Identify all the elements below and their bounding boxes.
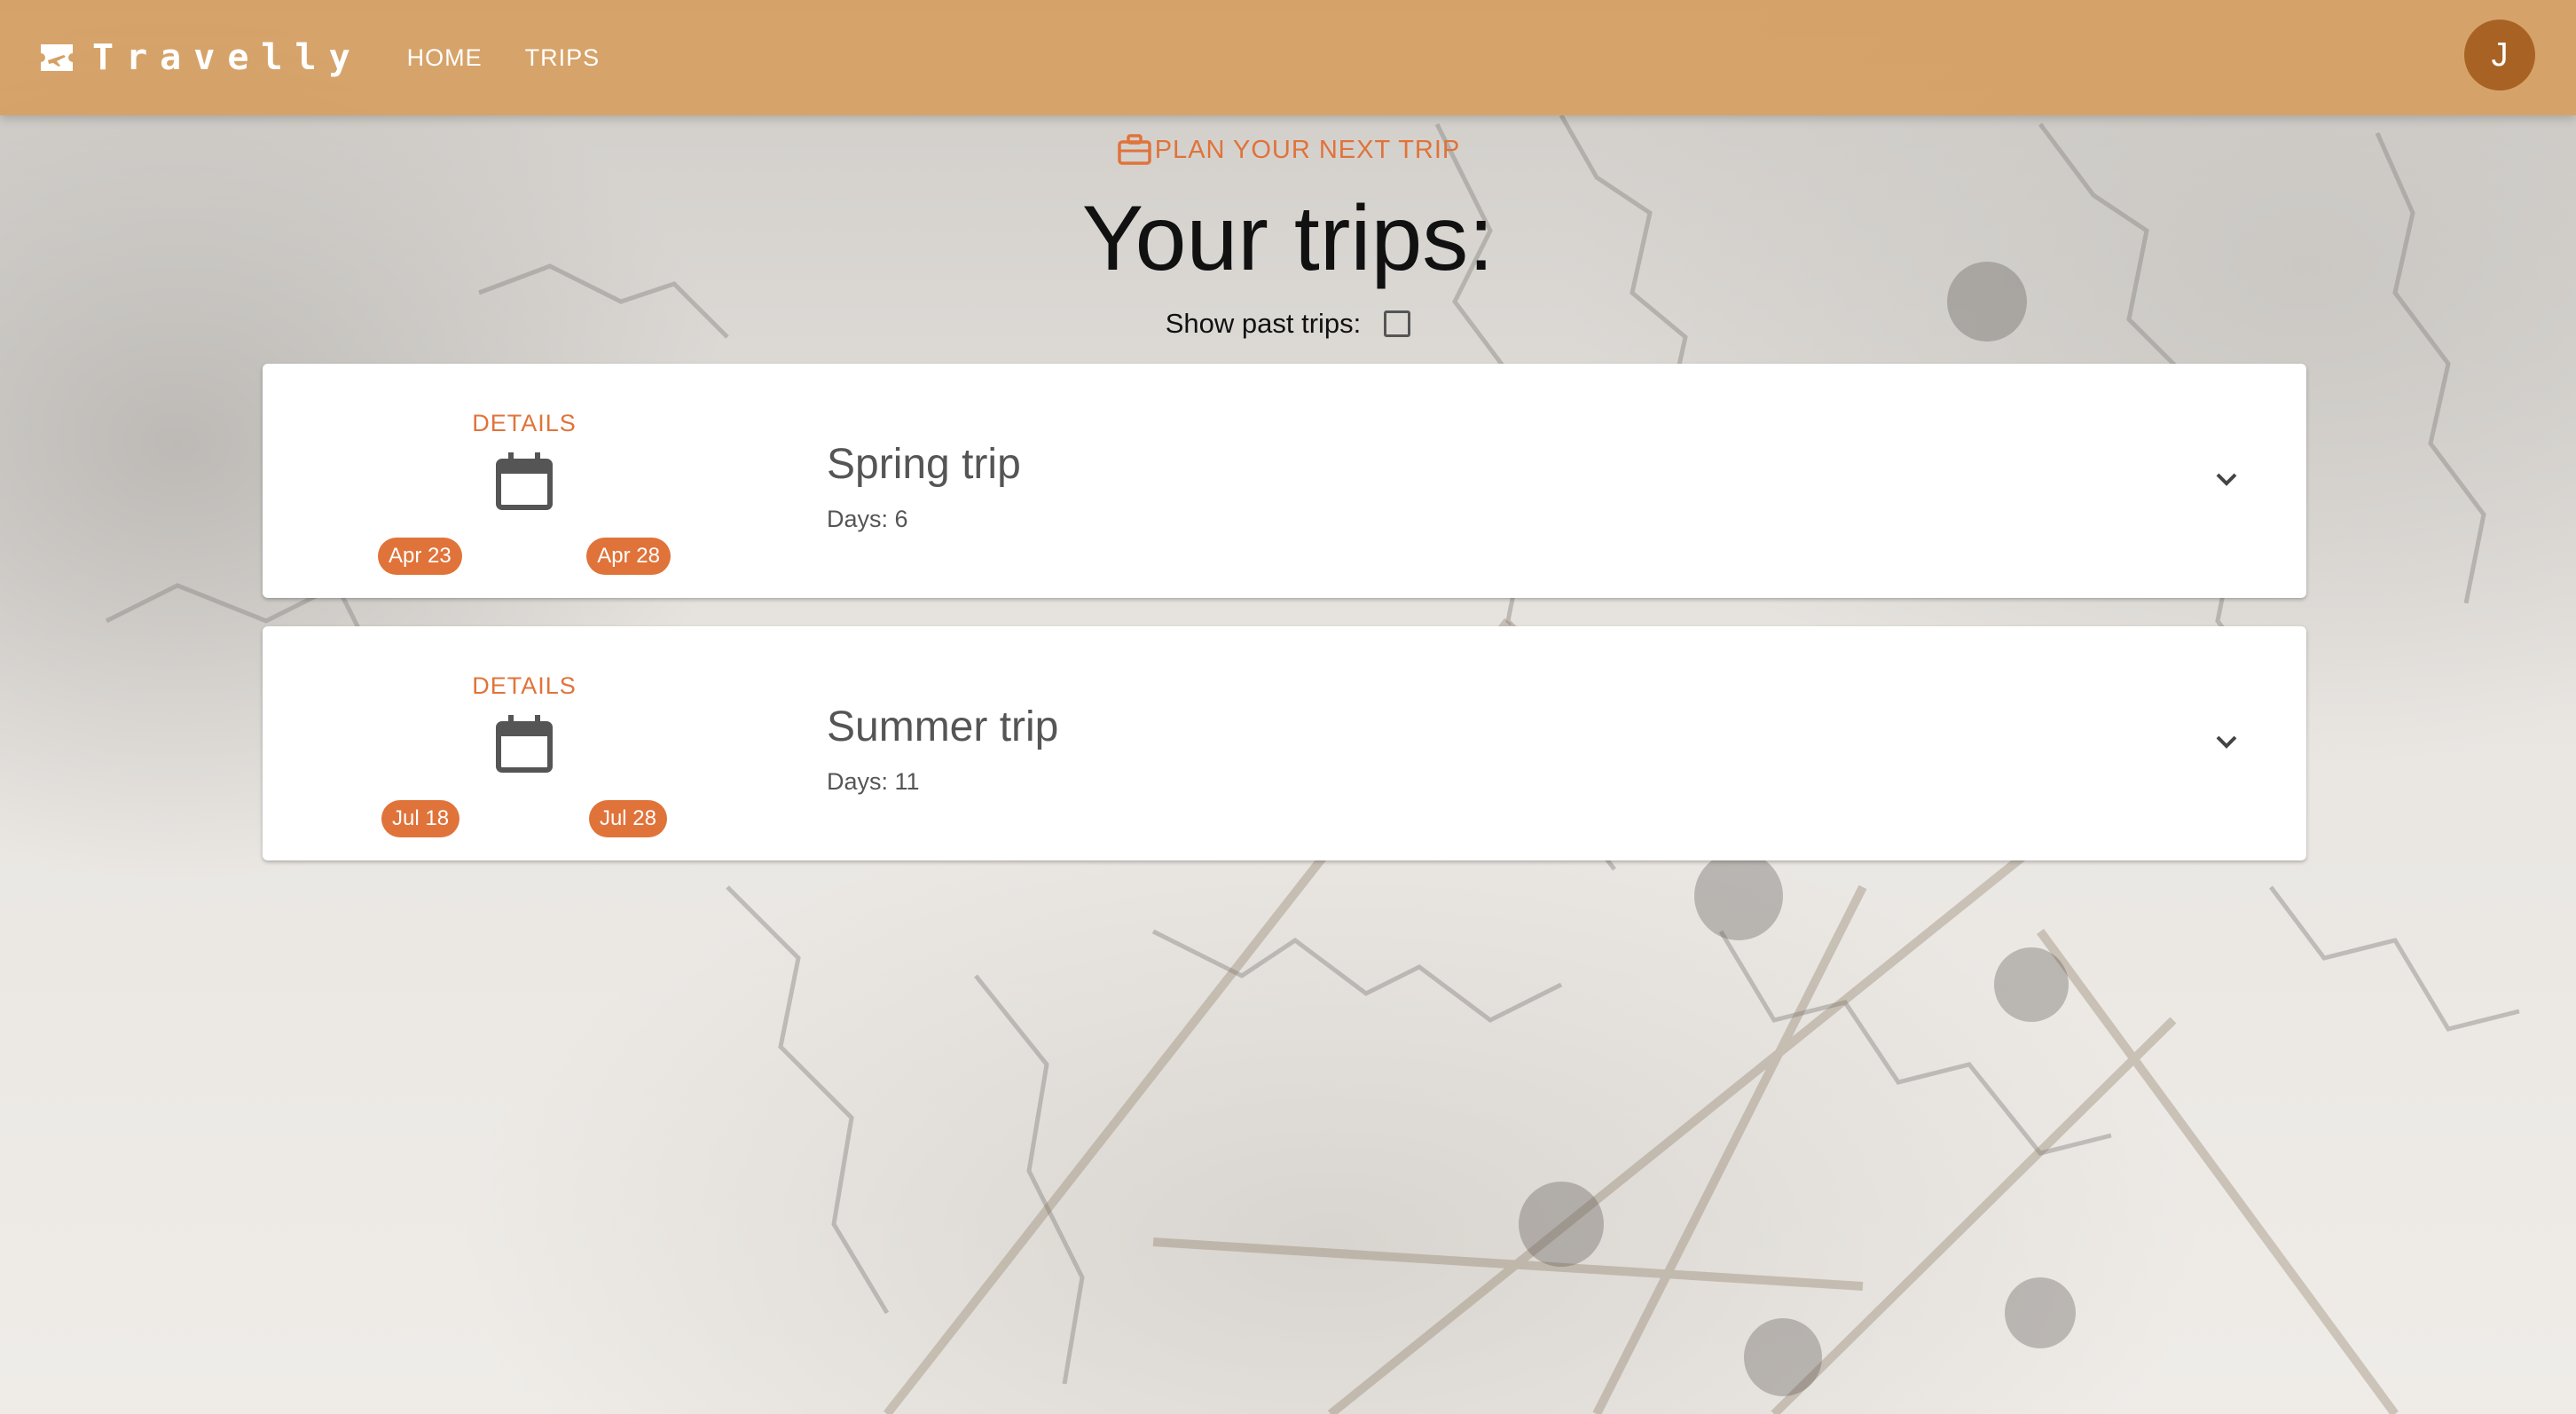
trip-start-date: Jul 18: [381, 800, 460, 837]
luggage-icon: [1116, 131, 1153, 169]
app-logo[interactable]: Travelly: [37, 37, 363, 78]
user-avatar[interactable]: J: [2464, 20, 2535, 90]
trip-days: Days: 11: [827, 768, 920, 795]
calendar-icon: [493, 451, 555, 513]
app-name: Travelly: [92, 37, 363, 78]
trip-details-link[interactable]: DETAILS: [378, 672, 671, 700]
nav-home[interactable]: HOME: [407, 44, 483, 72]
trip-end-date: Apr 28: [586, 538, 671, 575]
chevron-down-icon: [2216, 735, 2237, 749]
nav-trips[interactable]: TRIPS: [525, 44, 601, 72]
trip-dates: DETAILS Apr 23 Apr 28: [378, 410, 671, 578]
plan-next-trip-label: PLAN YOUR NEXT TRIP: [1154, 135, 1461, 164]
expand-trip-button[interactable]: [2200, 715, 2253, 768]
trip-end-date: Jul 28: [588, 800, 667, 837]
trip-name: Summer trip: [827, 703, 1059, 750]
airplane-ticket-icon: [37, 41, 76, 75]
trip-card: DETAILS Apr 23 Apr 28 Spring trip Days: …: [263, 364, 2306, 598]
show-past-trips-label: Show past trips:: [1165, 308, 1362, 339]
trip-days: Days: 6: [827, 506, 908, 532]
trip-name: Spring trip: [827, 441, 1021, 488]
chevron-down-icon: [2216, 473, 2237, 486]
show-past-trips-toggle: Show past trips:: [0, 308, 2576, 340]
app-bar: Travelly HOME TRIPS J: [0, 0, 2576, 115]
expand-trip-button[interactable]: [2200, 452, 2253, 506]
trip-card: DETAILS Jul 18 Jul 28 Summer trip Days: …: [263, 626, 2306, 860]
calendar-icon: [493, 713, 555, 775]
page-title: Your trips:: [1081, 187, 1495, 290]
show-past-trips-checkbox[interactable]: [1384, 310, 1411, 337]
trip-dates: DETAILS Jul 18 Jul 28: [378, 672, 671, 841]
plan-next-trip-row: PLAN YOUR NEXT TRIP: [0, 131, 2576, 169]
trip-start-date: Apr 23: [378, 538, 462, 575]
plan-next-trip-button[interactable]: PLAN YOUR NEXT TRIP: [1116, 131, 1461, 169]
trip-details-link[interactable]: DETAILS: [378, 410, 671, 437]
